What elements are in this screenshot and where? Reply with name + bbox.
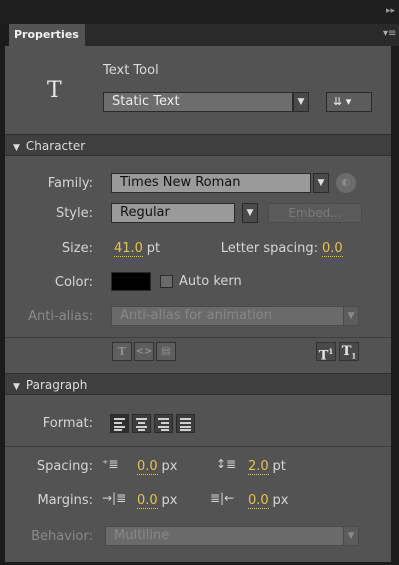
- right-margin-field[interactable]: 0.0 px: [248, 493, 289, 509]
- divider: [5, 446, 391, 447]
- font-size-value[interactable]: 41.0: [114, 241, 143, 257]
- behavior-label: Behavior:: [31, 529, 93, 544]
- chevron-down-icon[interactable]: ▼: [313, 173, 329, 193]
- anti-alias-label: Anti-alias:: [28, 309, 93, 324]
- behavior-value: Multiline: [114, 528, 170, 543]
- font-style-value: Regular: [120, 205, 170, 220]
- line-spacing-value[interactable]: 2.0: [248, 459, 269, 475]
- line-spacing-icon: ↕≣: [216, 457, 237, 471]
- size-label: Size:: [61, 241, 93, 256]
- chevron-down-icon[interactable]: ▼: [343, 526, 359, 546]
- right-margin-value[interactable]: 0.0: [248, 493, 269, 509]
- align-left-button[interactable]: [110, 414, 129, 433]
- left-margin-unit: px: [161, 493, 178, 508]
- font-size-unit: pt: [146, 241, 161, 256]
- align-left-icon: [114, 418, 125, 420]
- paragraph-section-header[interactable]: ▼ Paragraph: [5, 373, 391, 395]
- indent-value[interactable]: 0.0: [137, 459, 158, 475]
- text-orientation-button[interactable]: ⇊ ▾: [326, 92, 372, 112]
- letter-spacing-label: Letter spacing:: [220, 241, 318, 256]
- panel-menu-icon[interactable]: ▾≡: [383, 28, 396, 39]
- align-center-icon: [136, 418, 147, 420]
- anti-alias-value: Anti-alias for animation: [120, 308, 272, 323]
- show-border-icon[interactable]: ▤: [156, 342, 176, 361]
- indent-field[interactable]: 0.0 px: [137, 459, 178, 475]
- render-as-html-icon[interactable]: <>: [134, 342, 154, 361]
- font-family-dropdown[interactable]: Times New Roman: [111, 173, 311, 193]
- line-spacing-field[interactable]: 2.0 pt: [248, 459, 286, 475]
- style-label: Style:: [55, 206, 93, 221]
- divider: [5, 337, 391, 338]
- align-right-icon: [158, 418, 169, 420]
- auto-kern-checkbox[interactable]: [160, 275, 173, 288]
- paragraph-header-label: Paragraph: [25, 378, 88, 392]
- indent-unit: px: [161, 459, 178, 474]
- align-right-button[interactable]: [154, 414, 173, 433]
- chevron-down-icon[interactable]: ▼: [293, 92, 309, 112]
- margins-label: Margins:: [37, 493, 93, 508]
- panel-top-strip: [0, 0, 399, 24]
- family-label: Family:: [47, 176, 93, 191]
- tab-properties[interactable]: Properties: [9, 24, 85, 46]
- tool-name: Text Tool: [103, 63, 159, 78]
- color-label: Color:: [54, 275, 93, 290]
- character-header-label: Character: [25, 139, 86, 153]
- behavior-dropdown[interactable]: Multiline: [105, 526, 357, 546]
- subscript-icon[interactable]: T1: [339, 342, 359, 361]
- character-section-header[interactable]: ▼ Character: [5, 134, 391, 156]
- font-family-value: Times New Roman: [120, 175, 241, 190]
- format-label: Format:: [42, 416, 93, 431]
- justify-button[interactable]: [176, 414, 195, 433]
- text-type-dropdown[interactable]: Static Text: [103, 92, 293, 112]
- justify-icon: [180, 418, 191, 420]
- letter-spacing-value[interactable]: 0.0: [322, 241, 343, 257]
- collapse-panel-icon[interactable]: ▸▸: [386, 6, 395, 16]
- text-type-value: Static Text: [112, 94, 180, 109]
- spacing-label: Spacing:: [36, 459, 93, 474]
- font-size-field[interactable]: 41.0 pt: [114, 241, 161, 257]
- properties-panel: [5, 46, 391, 562]
- left-margin-icon: →|≣: [102, 491, 127, 505]
- line-spacing-unit: pt: [272, 459, 286, 474]
- collapse-triangle-icon: ▼: [13, 143, 20, 153]
- selectable-text-icon[interactable]: T: [112, 342, 132, 361]
- collapse-triangle-icon: ▼: [13, 382, 20, 392]
- anti-alias-dropdown[interactable]: Anti-alias for animation: [111, 306, 357, 326]
- left-margin-field[interactable]: 0.0 px: [137, 493, 178, 509]
- panel-tab-bar: [85, 24, 399, 46]
- color-swatch[interactable]: [111, 272, 151, 291]
- right-margin-icon: ≣|←: [210, 491, 235, 505]
- indent-icon: ⁺≣: [102, 457, 119, 471]
- font-style-dropdown[interactable]: Regular: [111, 203, 235, 223]
- superscript-icon[interactable]: T1: [316, 342, 336, 363]
- auto-kern-label: Auto kern: [179, 274, 242, 289]
- left-margin-value[interactable]: 0.0: [137, 493, 158, 509]
- text-orientation-icon: ⇊ ▾: [333, 95, 352, 108]
- embed-button[interactable]: Embed...: [268, 203, 362, 223]
- chevron-down-icon[interactable]: ▼: [242, 203, 258, 223]
- missing-font-icon: ◐: [336, 173, 356, 193]
- text-tool-icon: T: [47, 78, 62, 103]
- right-margin-unit: px: [272, 493, 289, 508]
- align-center-button[interactable]: [132, 414, 151, 433]
- chevron-down-icon[interactable]: ▼: [343, 306, 359, 326]
